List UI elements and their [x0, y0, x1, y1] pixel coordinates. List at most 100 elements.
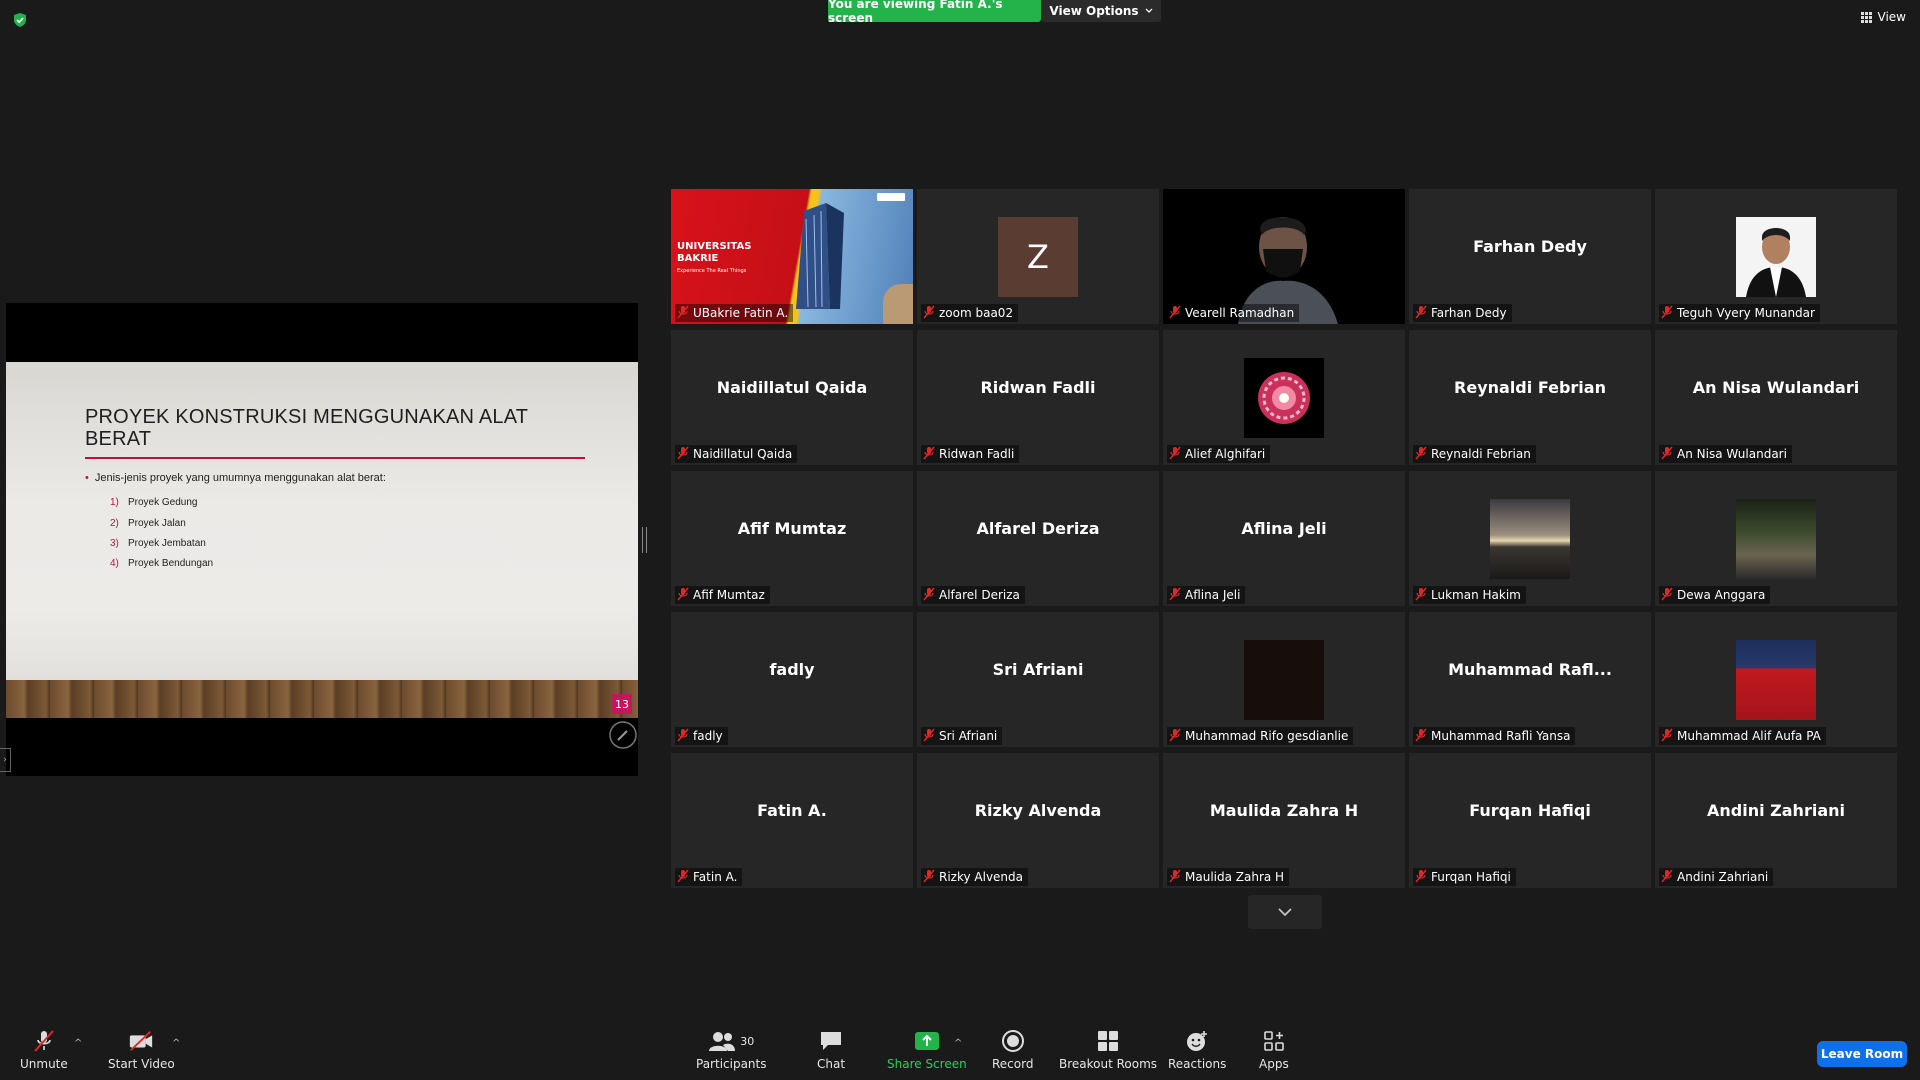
participant-tile[interactable]: Z zoom baa02 — [917, 189, 1159, 324]
participant-tile[interactable]: Vearell Ramadhan — [1163, 189, 1405, 324]
participant-name-label: Farhan Dedy — [1413, 304, 1512, 322]
shared-screen[interactable]: PROYEK KONSTRUKSI MENGGUNAKAN ALAT BERAT… — [6, 303, 638, 776]
participant-tile[interactable]: An Nisa Wulandari An Nisa Wulandari — [1655, 330, 1897, 465]
participant-name: Muhammad Rifo gesdianlie — [1185, 729, 1349, 743]
muted-microphone-icon — [677, 587, 689, 604]
participant-tile[interactable]: Farhan Dedy Farhan Dedy — [1409, 189, 1651, 324]
muted-microphone-icon — [677, 728, 689, 745]
participant-tile[interactable]: Andini Zahriani Andini Zahriani — [1655, 753, 1897, 888]
reactions-label: Reactions — [1168, 1057, 1227, 1071]
muted-microphone-icon — [1415, 305, 1427, 322]
participant-name: Alfarel Deriza — [939, 588, 1020, 602]
participant-name: Muhammad Rafli Yansa — [1431, 729, 1571, 743]
building-image — [796, 203, 844, 309]
ubakrie-logo-text: UNIVERSITAS BAKRIE — [677, 241, 752, 264]
record-label: Record — [992, 1057, 1034, 1071]
slide-list-item: 2) Proyek Jalan — [110, 518, 186, 529]
avatar — [1244, 640, 1324, 720]
record-button[interactable]: Record — [992, 1029, 1033, 1071]
unmute-button[interactable]: Unmute — [20, 1029, 68, 1071]
participant-name: Ridwan Fadli — [939, 447, 1015, 461]
participant-tile[interactable]: Muhammad Rifo gesdianlie — [1163, 612, 1405, 747]
start-video-button[interactable]: Start Video — [108, 1029, 175, 1071]
muted-microphone-icon — [1169, 305, 1181, 322]
security-shield-icon[interactable] — [12, 12, 28, 28]
participant-display-name: Naidillatul Qaida — [716, 378, 868, 397]
participant-display-name: An Nisa Wulandari — [1692, 378, 1860, 397]
view-layout-button[interactable]: View — [1860, 10, 1906, 24]
breakout-rooms-button[interactable]: Breakout Rooms — [1059, 1029, 1157, 1071]
share-screen-button[interactable]: Share Screen — [887, 1029, 967, 1071]
annotate-pen-icon[interactable] — [608, 720, 638, 750]
muted-microphone-icon — [923, 446, 935, 463]
participant-display-name: Alfarel Deriza — [976, 519, 1100, 538]
participant-name-label: Rizky Alvenda — [921, 868, 1029, 886]
participant-name: Sri Afriani — [939, 729, 998, 743]
participant-tile[interactable]: Fatin A. Fatin A. — [671, 753, 913, 888]
participant-tile[interactable]: Lukman Hakim — [1409, 471, 1651, 606]
participants-button[interactable]: 30 Participants — [696, 1029, 767, 1071]
participant-tile[interactable]: Furqan Hafiqi Furqan Hafiqi — [1409, 753, 1651, 888]
participant-gallery: UNIVERSITAS BAKRIE Experience The Real T… — [671, 189, 1897, 888]
participant-tile[interactable]: Muhammad Rafl... Muhammad Rafli Yansa — [1409, 612, 1651, 747]
ubakrie-logo — [877, 193, 905, 201]
participant-tile[interactable]: Aflina Jeli Aflina Jeli — [1163, 471, 1405, 606]
participant-name: Rizky Alvenda — [939, 870, 1024, 884]
audio-options-caret[interactable]: ^ — [74, 1038, 82, 1049]
next-page-button[interactable] — [1248, 895, 1322, 929]
muted-microphone-icon — [1661, 305, 1673, 322]
muted-microphone-icon — [1661, 587, 1673, 604]
apps-label: Apps — [1259, 1057, 1289, 1071]
participant-name-label: Maulida Zahra H — [1167, 868, 1290, 886]
participant-tile[interactable]: fadly fadly — [671, 612, 913, 747]
participant-tile[interactable]: Ridwan Fadli Ridwan Fadli — [917, 330, 1159, 465]
split-view-resize-handle[interactable] — [642, 527, 647, 553]
view-options-button[interactable]: View Options — [1041, 0, 1161, 22]
participant-display-name: Maulida Zahra H — [1209, 801, 1359, 820]
participant-tile[interactable]: Alief Alghifari — [1163, 330, 1405, 465]
participant-tile[interactable]: Dewa Anggara — [1655, 471, 1897, 606]
participant-name-label: Muhammad Rifo gesdianlie — [1167, 727, 1354, 745]
leave-room-button[interactable]: Leave Room — [1817, 1041, 1907, 1067]
participant-name-label: Teguh Vyery Munandar — [1659, 304, 1820, 322]
chat-button[interactable]: Chat — [817, 1029, 845, 1071]
participant-name-label: Vearell Ramadhan — [1167, 304, 1300, 322]
participant-tile[interactable]: Sri Afriani Sri Afriani — [917, 612, 1159, 747]
start-video-label: Start Video — [108, 1057, 175, 1071]
muted-microphone-icon — [1415, 869, 1427, 886]
participant-display-name: Afif Mumtaz — [737, 519, 847, 538]
breakout-rooms-label: Breakout Rooms — [1059, 1057, 1158, 1071]
person-silhouette — [883, 284, 913, 324]
share-options-caret[interactable]: ^ — [954, 1038, 962, 1049]
participant-tile[interactable]: Reynaldi Febrian Reynaldi Febrian — [1409, 330, 1651, 465]
participant-name: Naidillatul Qaida — [693, 447, 793, 461]
slide-page-number: 13 — [612, 694, 632, 714]
participant-tile[interactable]: Teguh Vyery Munandar — [1655, 189, 1897, 324]
expand-arrow-icon[interactable]: › — [0, 748, 11, 772]
participant-tile[interactable]: Alfarel Deriza Alfarel Deriza — [917, 471, 1159, 606]
view-options-label: View Options — [1049, 4, 1139, 18]
participant-name: zoom baa02 — [939, 306, 1014, 320]
participant-tile[interactable]: Naidillatul Qaida Naidillatul Qaida — [671, 330, 913, 465]
participant-tile[interactable]: Muhammad Alif Aufa PA — [1655, 612, 1897, 747]
participant-name-label: Muhammad Alif Aufa PA — [1659, 727, 1826, 745]
participant-tile[interactable]: Afif Mumtaz Afif Mumtaz — [671, 471, 913, 606]
participant-tile[interactable]: UNIVERSITAS BAKRIE Experience The Real T… — [671, 189, 913, 324]
participant-name-label: Furqan Hafiqi — [1413, 868, 1516, 886]
participant-display-name: Andini Zahriani — [1707, 801, 1845, 820]
participant-tile[interactable]: Maulida Zahra H Maulida Zahra H — [1163, 753, 1405, 888]
participant-name: Teguh Vyery Munandar — [1677, 306, 1815, 320]
avatar — [1736, 217, 1816, 297]
participant-name-label: Aflina Jeli — [1167, 586, 1246, 604]
muted-microphone-icon — [1169, 728, 1181, 745]
participant-tile[interactable]: Rizky Alvenda Rizky Alvenda — [917, 753, 1159, 888]
participant-name: An Nisa Wulandari — [1677, 447, 1787, 461]
apps-button[interactable]: Apps — [1259, 1029, 1289, 1071]
video-options-caret[interactable]: ^ — [172, 1038, 180, 1049]
slide-list-item: 3) Proyek Jembatan — [110, 538, 206, 549]
reactions-button[interactable]: Reactions — [1168, 1029, 1226, 1071]
participant-display-name: Sri Afriani — [992, 660, 1084, 679]
chevron-down-icon — [1278, 908, 1292, 916]
participants-count: 30 — [740, 1034, 755, 1048]
participant-display-name: Aflina Jeli — [1241, 519, 1327, 538]
